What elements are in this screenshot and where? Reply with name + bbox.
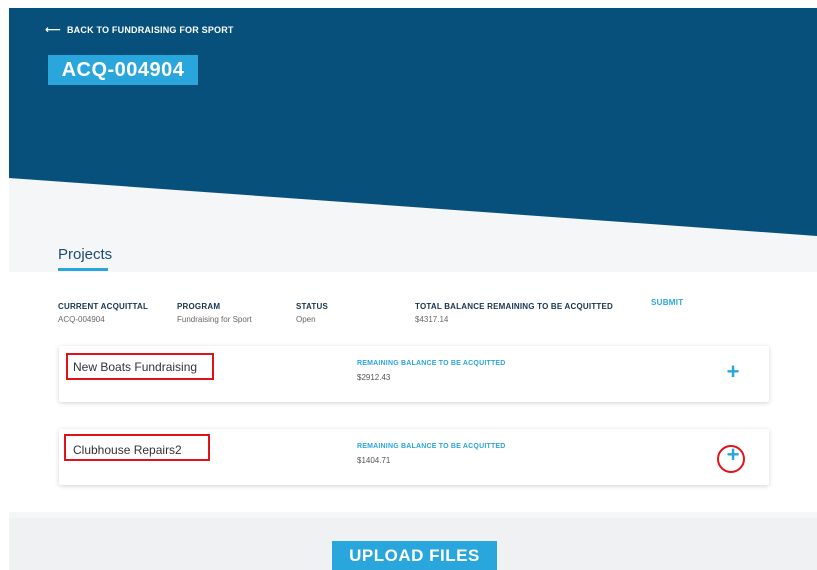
submit-button[interactable]: SUBMIT: [651, 298, 683, 307]
back-link-label: BACK TO FUNDRAISING FOR SPORT: [66, 25, 234, 35]
project-balance-label: REMAINING BALANCE TO BE ACQUITTED: [357, 443, 506, 450]
summary-current-acquittal: CURRENT ACQUITTAL ACQ-004904: [58, 302, 148, 324]
summary-label: STATUS: [296, 302, 329, 311]
back-link[interactable]: ⟵ BACK TO FUNDRAISING FOR SPORT: [45, 23, 234, 36]
upload-section: UPLOAD FILES: [9, 518, 817, 570]
summary-status: STATUS Open: [296, 302, 328, 324]
summary-value: $4317.14: [415, 315, 449, 324]
summary-program: PROGRAM Fundraising for Sport: [177, 302, 252, 324]
plus-icon[interactable]: +: [724, 361, 742, 383]
header-banner: [9, 8, 817, 243]
arrow-left-icon: ⟵: [45, 23, 61, 36]
summary-value: Fundraising for Sport: [177, 315, 252, 324]
summary-label: CURRENT ACQUITTAL: [58, 302, 149, 311]
project-balance-label: REMAINING BALANCE TO BE ACQUITTED: [357, 360, 506, 367]
annotation-highlight-circle: [717, 445, 745, 473]
upload-files-button[interactable]: UPLOAD FILES: [332, 541, 497, 570]
header-background: [9, 8, 817, 236]
tab-projects[interactable]: Projects: [58, 246, 112, 263]
acquittal-reference-badge: ACQ-004904: [48, 55, 198, 85]
tab-projects-underline: [58, 268, 108, 271]
summary-value: ACQ-004904: [58, 315, 105, 324]
summary-label: PROGRAM: [177, 302, 221, 311]
project-balance-value: $1404.71: [357, 456, 391, 465]
page-frame: ⟵ BACK TO FUNDRAISING FOR SPORT ACQ-0049…: [9, 8, 817, 570]
summary-label: TOTAL BALANCE REMAINING TO BE ACQUITTED: [415, 302, 614, 311]
annotation-highlight-box: [64, 434, 210, 461]
summary-value: Open: [296, 315, 316, 324]
summary-total-balance: TOTAL BALANCE REMAINING TO BE ACQUITTED …: [415, 302, 613, 324]
project-balance-value: $2912.43: [357, 373, 391, 382]
annotation-highlight-box: [66, 353, 214, 380]
